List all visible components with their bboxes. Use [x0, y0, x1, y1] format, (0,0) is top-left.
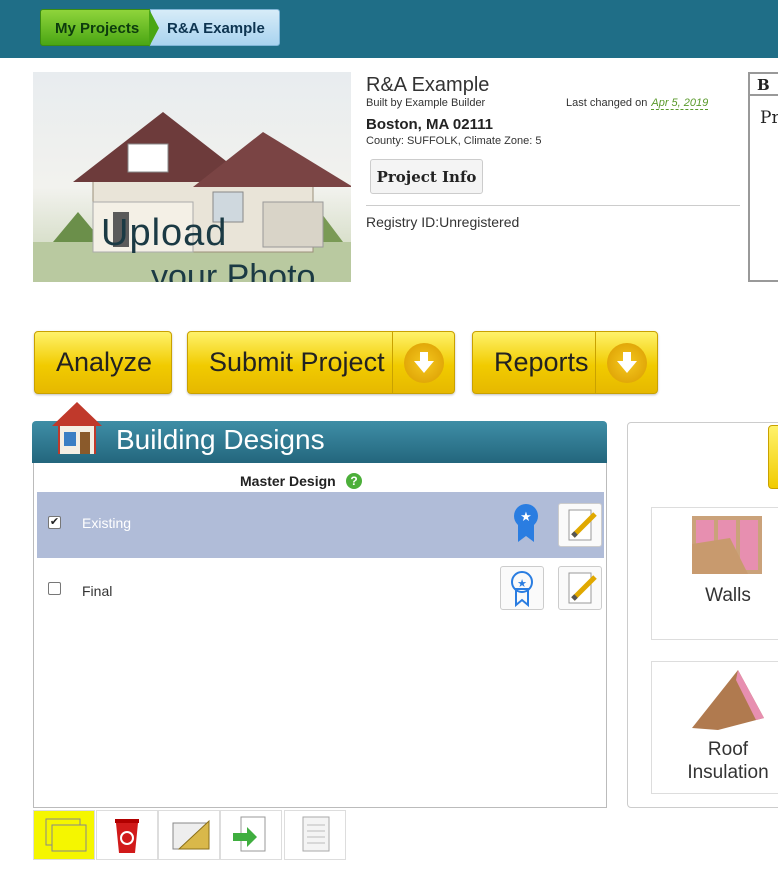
help-icon[interactable]: ? [346, 473, 362, 489]
edit-existing-button[interactable] [558, 503, 602, 547]
components-action-button[interactable] [768, 425, 778, 489]
breadcrumb-current-project[interactable]: R&A Example [150, 9, 280, 46]
building-designs-title: Building Designs [116, 424, 325, 455]
design-label-final: Final [82, 583, 113, 599]
last-changed-date[interactable]: Apr 5, 2019 [651, 97, 709, 110]
reports-button[interactable]: Reports [472, 331, 658, 394]
ribbon-outline-icon: ★ [511, 571, 533, 608]
house-icon [50, 400, 104, 461]
roof-insulation-card[interactable]: Roof Insulation [651, 661, 778, 794]
project-county: County: SUFFOLK, Climate Zone: 5 [366, 135, 542, 147]
registry-id: Registry ID:Unregistered [366, 214, 520, 230]
breadcrumb-my-projects[interactable]: My Projects [40, 9, 158, 46]
divider [366, 205, 740, 206]
walls-card[interactable]: Walls [651, 507, 778, 640]
edit-icon [568, 509, 597, 541]
trash-icon [115, 819, 139, 853]
report-button[interactable] [284, 810, 346, 860]
ruler-icon [172, 819, 210, 850]
reports-dropdown[interactable] [595, 332, 658, 393]
set-master-final-button[interactable]: ★ [500, 566, 544, 610]
svg-text:★: ★ [517, 578, 527, 590]
project-info-button[interactable]: Project Info [370, 159, 483, 194]
report-icon [302, 816, 330, 852]
walls-label: Walls [705, 585, 751, 606]
upload-photo-area[interactable]: Upload your Photo [33, 72, 351, 282]
analyze-label: Analyze [56, 347, 153, 377]
roof-icon [692, 670, 764, 730]
side-panel-body: Pr [760, 108, 778, 128]
measure-button[interactable] [158, 810, 220, 860]
last-changed: Last changed on Apr 5, 2019 [566, 97, 709, 110]
submit-project-label: Submit Project [209, 347, 385, 377]
down-arrow-icon [404, 343, 444, 383]
compare-button[interactable] [33, 810, 95, 860]
project-builder: Built by Example Builder [366, 97, 486, 109]
checkbox-final[interactable] [48, 582, 61, 595]
design-label-existing: Existing [82, 515, 132, 531]
master-ribbon-icon[interactable]: ★ [512, 502, 540, 549]
analyze-button[interactable]: Analyze [34, 331, 172, 394]
last-changed-label: Last changed on [566, 97, 648, 109]
svg-text:★: ★ [520, 509, 532, 524]
breadcrumb-separator [149, 9, 159, 47]
edit-final-button[interactable] [558, 566, 602, 610]
project-city: Boston, MA 02111 [366, 116, 493, 133]
roof-label-line2: Insulation [687, 762, 769, 783]
down-arrow-icon [607, 343, 647, 383]
checkbox-existing[interactable]: ✔ [48, 516, 61, 529]
submit-project-button[interactable]: Submit Project [187, 331, 455, 394]
delete-button[interactable] [96, 810, 158, 860]
roof-label-line1: Roof [707, 739, 749, 760]
upload-photo-line2: your Photo [151, 258, 316, 282]
edit-icon [568, 572, 597, 604]
project-name: R&A Example [366, 74, 490, 96]
reports-label: Reports [494, 347, 589, 377]
compare-icon [45, 818, 87, 852]
export-icon [233, 816, 266, 852]
submit-dropdown[interactable] [392, 332, 455, 393]
export-button[interactable] [220, 810, 282, 860]
side-panel-header: B [750, 74, 778, 96]
side-panel: B Pr [748, 72, 778, 282]
upload-photo-line1: Upload [101, 212, 228, 254]
master-design-label: Master Design [240, 473, 336, 489]
walls-icon [692, 516, 762, 574]
